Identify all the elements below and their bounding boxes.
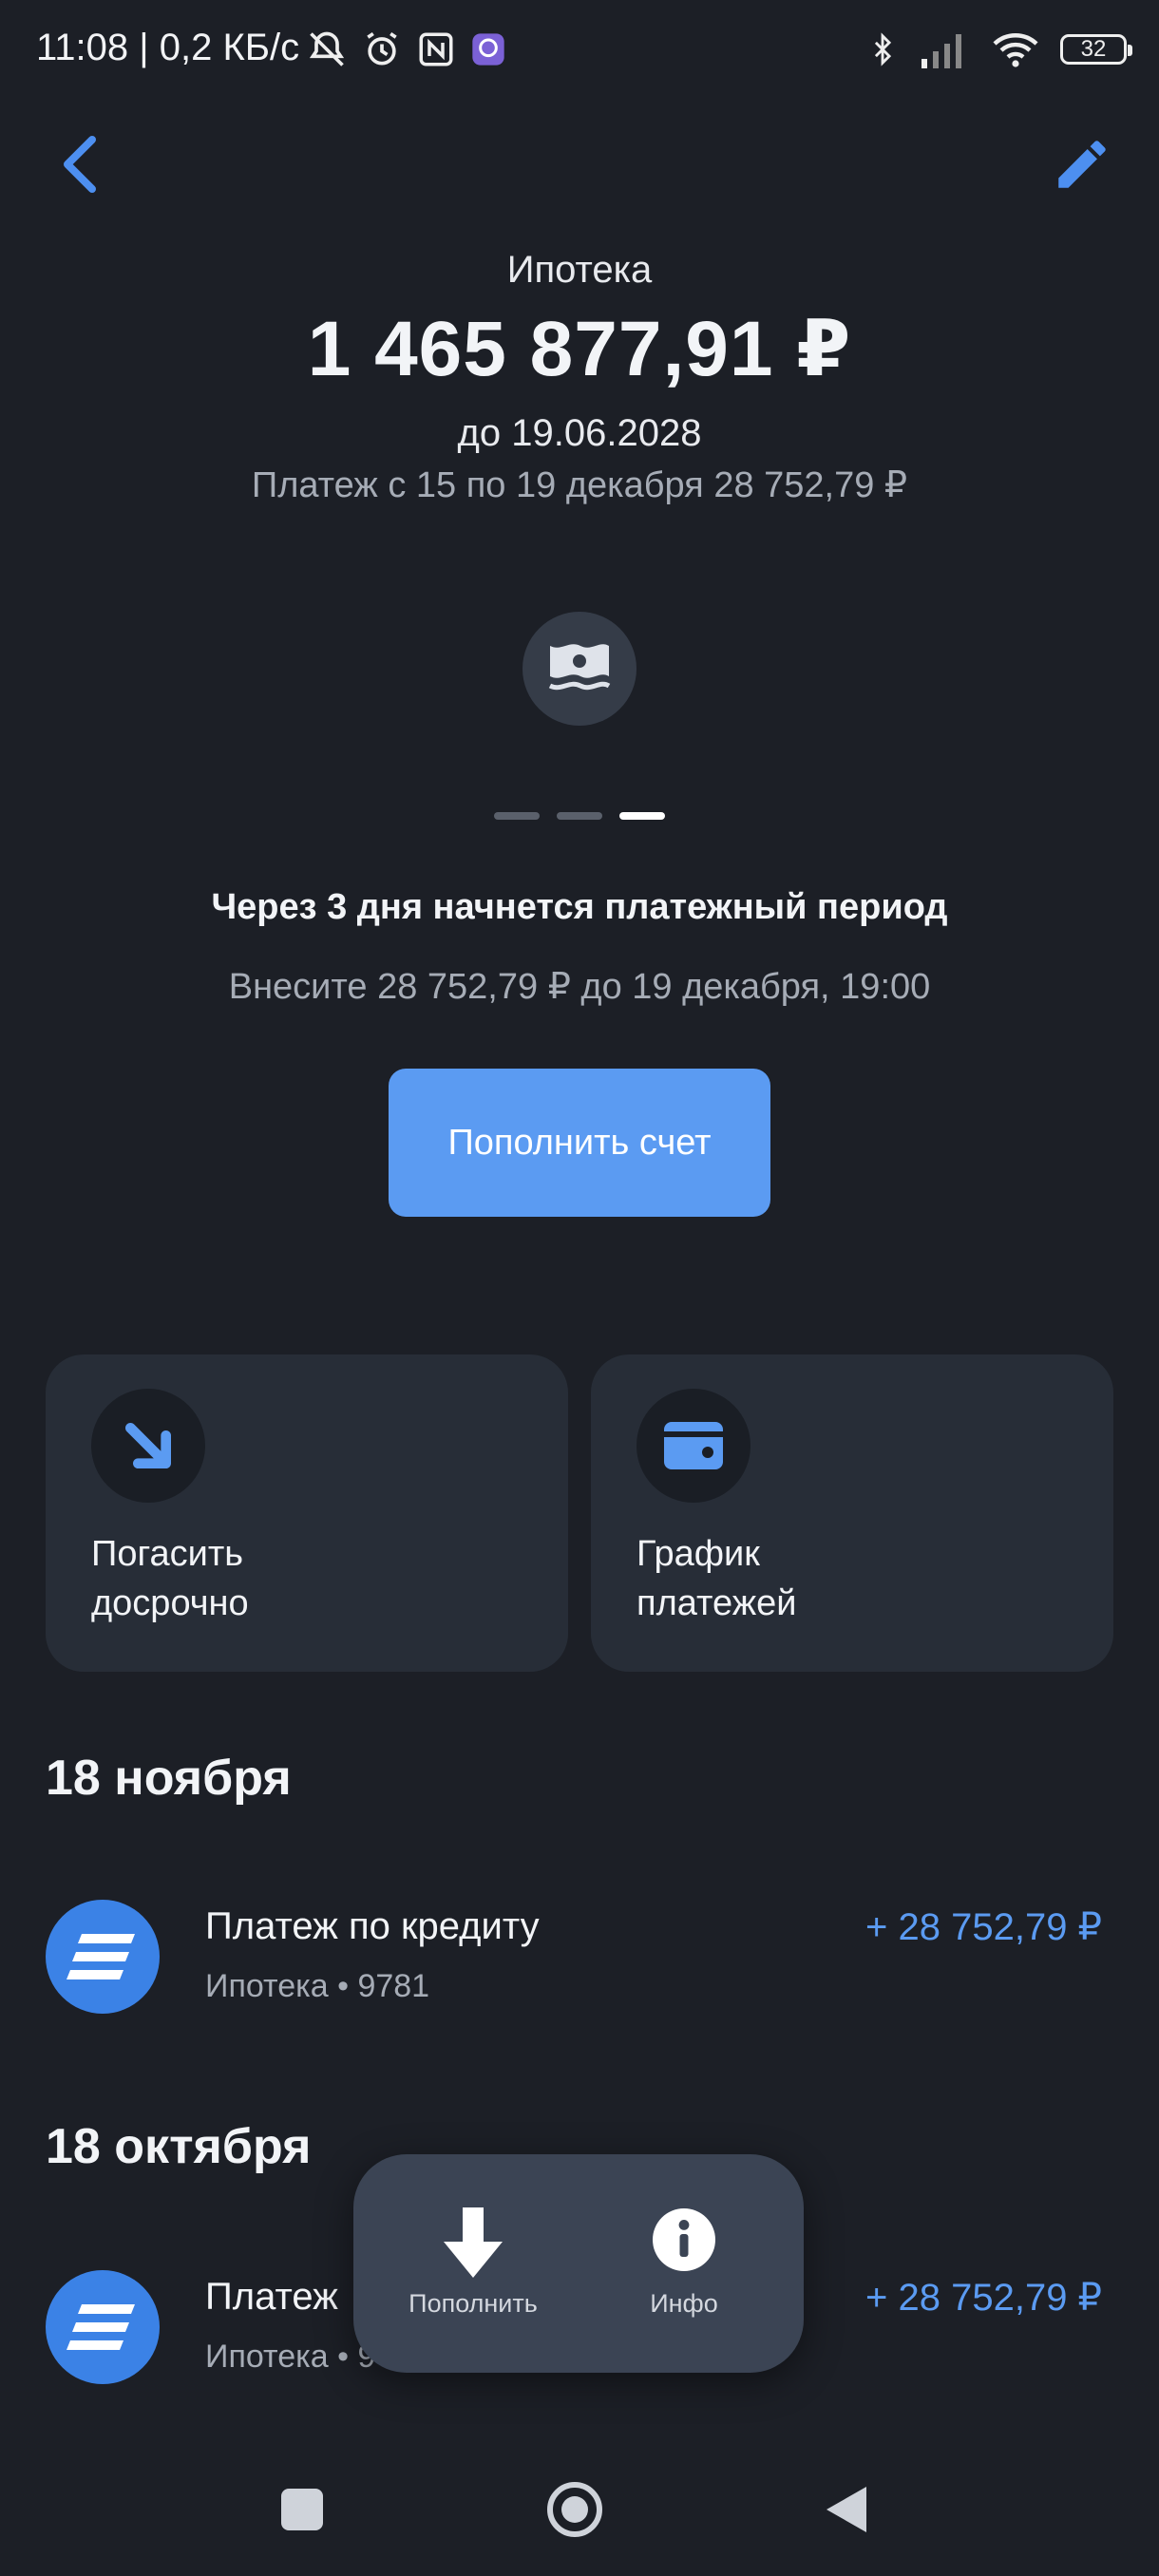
promo-subtitle: Внесите 28 752,79 ₽ до 19 декабря, 19:00 (228, 967, 931, 1007)
early-repayment-label-line2: досрочно (91, 1583, 249, 1623)
transaction-avatar (46, 1900, 160, 2014)
loan-amount: 1 465 877,91 ₽ (307, 306, 852, 392)
arrow-down-right-icon (125, 1423, 171, 1468)
payment-schedule-label: График платежей (636, 1529, 1054, 1628)
top-up-account-button[interactable]: Пополнить счет (389, 1069, 770, 1217)
promo-title: Через 3 дня начнется платежный период (211, 887, 948, 927)
popup-info-label: Инфо (650, 2289, 718, 2318)
transaction-title: Платеж (205, 2276, 338, 2318)
popup-top-up-label: Пополнить (408, 2289, 538, 2318)
download-arrow-icon (444, 2207, 503, 2278)
status-right-icons: 32 (866, 23, 1132, 76)
early-repayment-icon-circle (91, 1389, 205, 1503)
transaction-avatar (46, 2270, 160, 2384)
bank-stripes-icon (66, 1934, 135, 1979)
back-triangle-icon (826, 2487, 866, 2532)
payment-period-line: Платеж с 15 по 19 декабря 28 752,79 ₽ (251, 465, 908, 505)
carousel-dot-active[interactable] (619, 812, 665, 820)
payment-schedule-label-line1: График (636, 1534, 760, 1574)
transaction-amount: + 28 752,79 ₽ (865, 1906, 1102, 1948)
early-repayment-card[interactable]: Погасить досрочно (46, 1354, 568, 1672)
system-navigation-bar (0, 2432, 1159, 2576)
home-button[interactable] (546, 2481, 603, 2538)
recents-button[interactable] (281, 2489, 323, 2530)
status-time: 11:08 | 0,2 КБ/с (36, 27, 300, 68)
banknote-icon (548, 644, 611, 691)
popup-info-button[interactable]: Инфо (589, 2154, 779, 2373)
battery-indicator: 32 (1060, 34, 1132, 65)
transaction-title: Платеж по кредиту (205, 1905, 540, 1947)
bank-stripes-icon (66, 2304, 135, 2350)
payment-schedule-label-line2: платежей (636, 1583, 797, 1623)
transaction-amount: + 28 752,79 ₽ (865, 2277, 1102, 2319)
back-system-button[interactable] (825, 2485, 868, 2534)
status-bar: 11:08 | 0,2 КБ/с 32 (0, 0, 1159, 99)
payment-schedule-icon-circle (636, 1389, 750, 1503)
nfc-icon (419, 32, 453, 66)
transaction-subtitle: Ипотека • 9781 (205, 1968, 430, 2004)
floating-action-menu: Пополнить Инфо (353, 2154, 804, 2373)
carousel-dot[interactable] (557, 812, 602, 820)
carousel-dots[interactable] (494, 812, 665, 820)
info-icon (653, 2208, 715, 2271)
status-left-icons (306, 23, 507, 76)
payment-schedule-card[interactable]: График платежей (591, 1354, 1113, 1672)
bell-muted-icon (309, 31, 345, 66)
promo-icon-circle (522, 612, 636, 726)
back-button[interactable] (36, 122, 122, 207)
loan-title: Ипотека (506, 249, 653, 291)
history-date-header: 18 ноября (46, 1751, 292, 1806)
alarm-icon (367, 31, 397, 66)
signal-icon (922, 34, 961, 68)
home-circle-icon (547, 2482, 602, 2537)
back-arrow-icon (64, 136, 96, 193)
carousel-dot[interactable] (494, 812, 540, 820)
early-repayment-label: Погасить досрочно (91, 1529, 509, 1628)
viber-icon (472, 33, 504, 66)
early-repayment-label-line1: Погасить (91, 1534, 244, 1574)
loan-end-date: до 19.06.2028 (457, 412, 702, 454)
transaction-row[interactable]: Платеж по кредиту Ипотека • 9781 + 28 75… (0, 1890, 1159, 2023)
wifi-icon (993, 33, 1038, 67)
popup-top-up-button[interactable]: Пополнить (378, 2154, 568, 2373)
wallet-icon (664, 1422, 723, 1469)
pencil-icon (1058, 141, 1106, 188)
edit-button[interactable] (1039, 122, 1125, 207)
bluetooth-icon (874, 32, 892, 66)
transaction-subtitle: Ипотека • 9 (205, 2339, 376, 2375)
history-date-header: 18 октября (46, 2119, 312, 2174)
